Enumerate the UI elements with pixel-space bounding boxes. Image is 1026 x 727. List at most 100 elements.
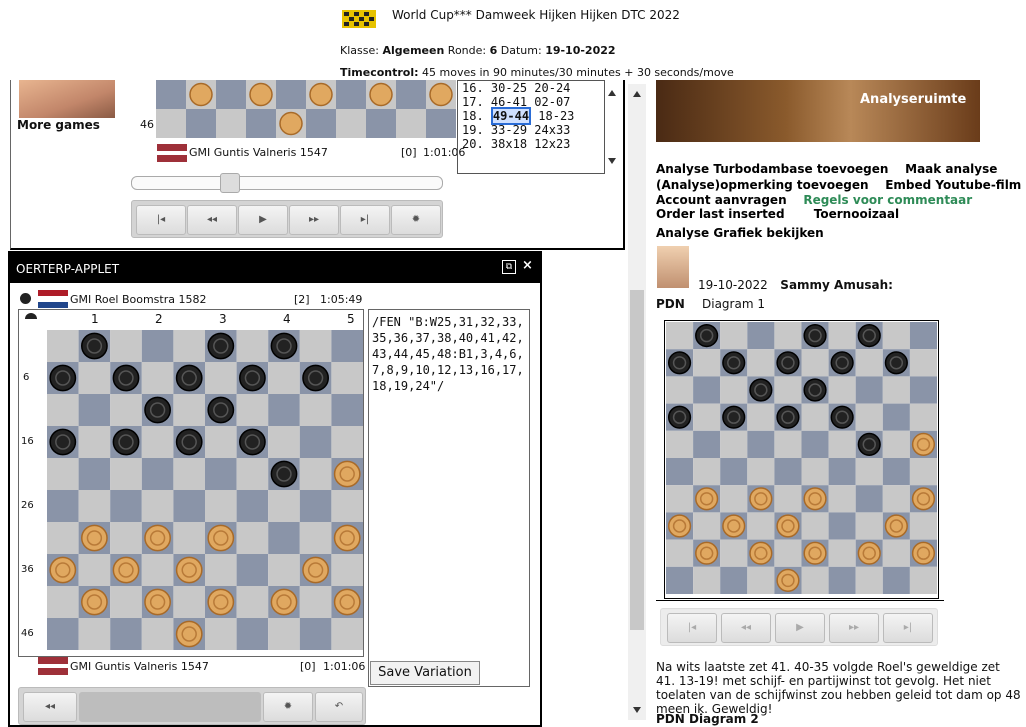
board-square[interactable] bbox=[78, 362, 111, 394]
draughts-board[interactable] bbox=[47, 330, 363, 650]
board-square[interactable] bbox=[78, 426, 111, 458]
board-square[interactable] bbox=[78, 554, 111, 586]
play-button[interactable] bbox=[79, 692, 261, 722]
board-square[interactable] bbox=[396, 109, 426, 138]
diagram-black-piece[interactable] bbox=[857, 324, 881, 348]
board-square[interactable] bbox=[141, 362, 174, 394]
white-piece[interactable] bbox=[144, 588, 171, 616]
save-variation-button[interactable]: Save Variation bbox=[370, 661, 480, 685]
black-piece[interactable] bbox=[270, 332, 298, 360]
black-piece[interactable] bbox=[112, 428, 140, 456]
board-square[interactable] bbox=[141, 426, 174, 458]
white-piece[interactable] bbox=[175, 556, 203, 584]
white-piece[interactable] bbox=[270, 588, 298, 616]
board-square[interactable] bbox=[882, 539, 910, 567]
board-square[interactable] bbox=[693, 430, 721, 458]
maak-analyse-link[interactable]: Maak analyse bbox=[905, 162, 997, 176]
close-icon[interactable]: × bbox=[522, 258, 533, 273]
board-square[interactable] bbox=[110, 330, 142, 362]
board-square[interactable] bbox=[141, 458, 174, 490]
board-square[interactable] bbox=[78, 490, 111, 522]
board-square[interactable] bbox=[801, 566, 829, 594]
board-square[interactable] bbox=[909, 512, 937, 540]
board-square[interactable] bbox=[747, 512, 775, 540]
board-square[interactable] bbox=[299, 330, 332, 362]
board-square[interactable] bbox=[47, 394, 79, 426]
diagram-black-piece[interactable] bbox=[722, 405, 746, 429]
board-square[interactable] bbox=[828, 458, 856, 486]
board-square[interactable] bbox=[186, 109, 216, 138]
diagram-white-piece[interactable] bbox=[722, 514, 746, 538]
board-square[interactable] bbox=[268, 490, 300, 522]
board-square[interactable] bbox=[774, 458, 802, 486]
board-square[interactable] bbox=[774, 539, 802, 567]
black-piece[interactable] bbox=[207, 332, 235, 360]
diagram-white-piece[interactable] bbox=[749, 487, 773, 511]
board-square[interactable] bbox=[774, 485, 802, 513]
board-square[interactable] bbox=[747, 349, 775, 377]
board-square[interactable] bbox=[882, 458, 910, 486]
white-piece[interactable] bbox=[302, 556, 329, 584]
board-square[interactable] bbox=[720, 458, 748, 486]
board-square[interactable] bbox=[268, 394, 300, 426]
board-square[interactable] bbox=[141, 618, 174, 650]
prev-move-button[interactable]: ◂◂ bbox=[23, 692, 77, 722]
board-square[interactable] bbox=[747, 458, 775, 486]
board-square[interactable] bbox=[47, 618, 79, 650]
board-square[interactable] bbox=[246, 109, 276, 138]
board-square[interactable] bbox=[47, 522, 79, 554]
board-square[interactable] bbox=[720, 322, 748, 350]
board-square[interactable] bbox=[828, 430, 856, 458]
board-square[interactable] bbox=[666, 539, 694, 567]
board-square[interactable] bbox=[47, 490, 79, 522]
board-square[interactable] bbox=[110, 618, 142, 650]
board-square[interactable] bbox=[299, 522, 332, 554]
board-square[interactable] bbox=[173, 330, 205, 362]
board-square[interactable] bbox=[47, 586, 79, 618]
move-row[interactable]: 16. 30-25 20-24 bbox=[458, 81, 604, 95]
board-square[interactable] bbox=[336, 109, 366, 138]
board-square[interactable] bbox=[909, 376, 937, 404]
board-square[interactable] bbox=[110, 586, 142, 618]
board-square[interactable] bbox=[909, 458, 937, 486]
board-square[interactable] bbox=[693, 376, 721, 404]
move-list[interactable]: 16. 30-25 20-24 17. 46-41 02-07 18. 49-4… bbox=[457, 80, 605, 174]
next-move-button[interactable]: ▸▸ bbox=[289, 205, 339, 235]
board-square[interactable] bbox=[173, 458, 205, 490]
diagram-black-piece[interactable] bbox=[776, 405, 800, 429]
board-square[interactable] bbox=[331, 618, 363, 650]
board-square[interactable] bbox=[110, 490, 142, 522]
board-square[interactable] bbox=[268, 362, 300, 394]
board-square[interactable] bbox=[268, 554, 300, 586]
embed-youtube-link[interactable]: Embed Youtube-film bbox=[885, 178, 1021, 192]
board-square[interactable] bbox=[78, 618, 111, 650]
board-square[interactable] bbox=[828, 376, 856, 404]
board-square[interactable] bbox=[666, 322, 694, 350]
board-square[interactable] bbox=[828, 566, 856, 594]
move-row[interactable]: 20. 38x18 12x23 bbox=[458, 137, 604, 151]
board-square[interactable] bbox=[331, 426, 363, 458]
more-games-link[interactable]: More games bbox=[17, 118, 100, 132]
board-square[interactable] bbox=[236, 458, 269, 490]
board-square[interactable] bbox=[666, 458, 694, 486]
regels-commentaar-link[interactable]: Regels voor commentaar bbox=[803, 193, 972, 207]
white-piece[interactable] bbox=[369, 82, 393, 107]
board-square[interactable] bbox=[666, 430, 694, 458]
scrollbar-thumb[interactable] bbox=[630, 290, 644, 630]
board-square[interactable] bbox=[366, 109, 396, 138]
board-square[interactable] bbox=[276, 80, 306, 109]
board-square[interactable] bbox=[666, 566, 694, 594]
board-square[interactable] bbox=[78, 394, 111, 426]
diagram-black-piece[interactable] bbox=[667, 351, 692, 375]
board-square[interactable] bbox=[236, 618, 269, 650]
last-move-button[interactable]: ▸| bbox=[883, 613, 933, 643]
board-square[interactable] bbox=[828, 485, 856, 513]
board-square[interactable] bbox=[47, 330, 79, 362]
diagram-black-piece[interactable] bbox=[884, 351, 908, 375]
board-square[interactable] bbox=[720, 566, 748, 594]
board-square[interactable] bbox=[828, 322, 856, 350]
white-piece[interactable] bbox=[333, 524, 361, 552]
black-piece[interactable] bbox=[49, 428, 77, 456]
diagram-white-piece[interactable] bbox=[667, 514, 692, 538]
board-square[interactable] bbox=[299, 426, 332, 458]
